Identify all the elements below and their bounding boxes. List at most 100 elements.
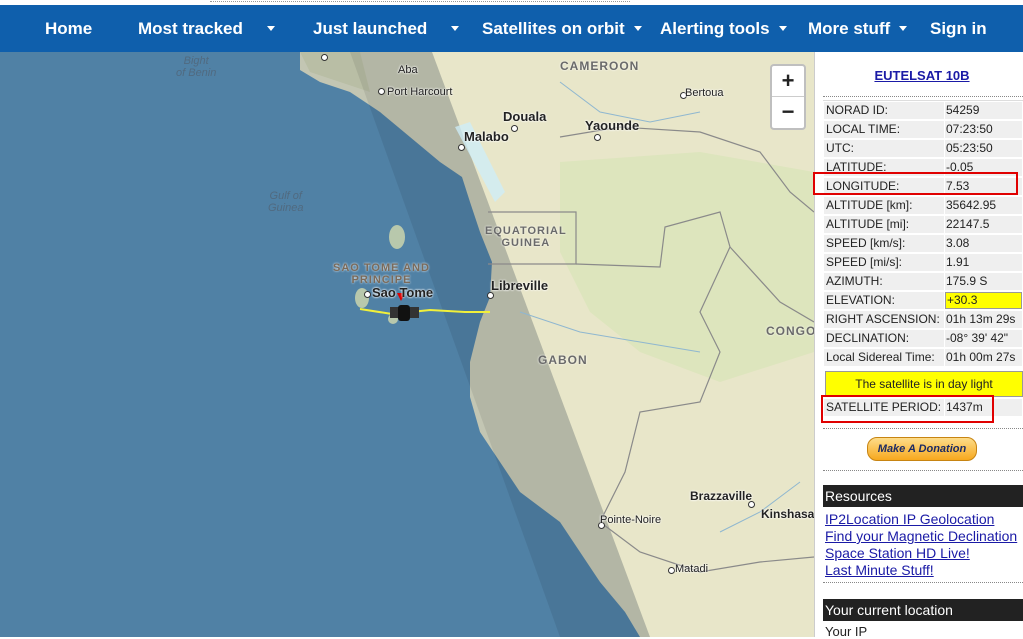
info-row-value: 3.08 — [945, 235, 1022, 252]
info-row-value: 175.9 S — [945, 273, 1022, 290]
city-marker — [487, 292, 494, 299]
nav-more-stuff[interactable]: More stuff — [808, 5, 908, 52]
divider — [823, 582, 1023, 583]
info-row-label: NORAD ID: — [824, 102, 944, 119]
nav-alerting-label: Alerting tools — [660, 18, 770, 38]
info-row: DECLINATION: -08° 39' 42" — [823, 329, 1023, 347]
map-label-matadi: Matadi — [675, 563, 709, 575]
nav-satellites-on-orbit[interactable]: Satellites on orbit — [482, 5, 642, 52]
resource-link-last-minute-stuff[interactable]: Last Minute Stuff! — [825, 562, 934, 578]
resource-link-magnetic-declination[interactable]: Find your Magnetic Declination — [825, 528, 1017, 544]
resource-link-ip2location[interactable]: IP2Location IP Geolocation — [825, 511, 994, 527]
map-label-equatorial-guinea: EQUATORIAL GUINEA — [485, 225, 567, 249]
info-row-label: UTC: — [824, 140, 944, 157]
city-marker — [594, 134, 601, 141]
info-row-value: +30.3 — [945, 292, 1022, 309]
info-row-value: 54259 — [945, 102, 1022, 119]
map-label-gabon: GABON — [538, 353, 588, 367]
nav-sign-in[interactable]: Sign in — [930, 5, 987, 52]
info-row-label: RIGHT ASCENSION: — [824, 311, 944, 328]
map-label-libreville: Libreville — [491, 278, 549, 293]
info-row-value: 35642.95 — [945, 197, 1022, 214]
nav-just-launched[interactable]: Just launched — [313, 5, 460, 52]
nav-just-launched-label: Just launched — [313, 18, 428, 38]
daylight-status: The satellite is in day light — [825, 371, 1023, 397]
chevron-down-icon — [633, 26, 642, 31]
nav-sign-in-label: Sign in — [930, 18, 987, 38]
donate-button[interactable]: Make A Donation — [867, 437, 977, 461]
city-marker — [458, 144, 465, 151]
info-row-value: -08° 39' 42" — [945, 330, 1022, 347]
zoom-out-button[interactable]: − — [772, 96, 804, 127]
nav-more-label: More stuff — [808, 18, 891, 38]
info-row: AZIMUTH: 175.9 S — [823, 272, 1023, 290]
resource-link-space-station-live[interactable]: Space Station HD Live! — [825, 545, 970, 561]
info-row: SPEED [km/s]: 3.08 — [823, 234, 1023, 252]
map-label-bertoua: Bertoua — [685, 87, 724, 99]
info-row-label: ALTITUDE [km]: — [824, 197, 944, 214]
nav-most-tracked[interactable]: Most tracked — [138, 5, 275, 52]
nav-satellites-label: Satellites on orbit — [482, 18, 625, 38]
info-row: ELEVATION: +30.3 — [823, 291, 1023, 309]
chevron-down-icon — [266, 26, 275, 31]
map-label-bight: Bight of Benin — [176, 55, 217, 79]
map-label-sao-tome: Sao Tome — [372, 285, 434, 300]
chevron-down-icon — [451, 26, 460, 31]
highlight-box-longitude — [813, 172, 1018, 195]
divider — [823, 96, 1023, 97]
info-row-label: LOCAL TIME: — [824, 121, 944, 138]
info-row-label: ELEVATION: — [824, 292, 944, 309]
info-row-value: 1.91 — [945, 254, 1022, 271]
location-heading: Your current location — [823, 599, 1023, 621]
satellite-map[interactable]: Bight of Benin Aba Port Harcourt CAMEROO… — [0, 52, 814, 637]
info-row: UTC: 05:23:50 — [823, 139, 1023, 157]
info-row-label: AZIMUTH: — [824, 273, 944, 290]
map-label-pointe-noire: Pointe-Noire — [600, 514, 662, 526]
main-navbar: Home Most tracked Just launched Satellit… — [0, 5, 1023, 52]
city-marker — [511, 125, 518, 132]
map-label-sao-tome-and-principe: SAO TOME AND PRINCIPE — [333, 262, 430, 286]
map-label-cameroon: CAMEROON — [560, 59, 640, 73]
satellite-info-table: NORAD ID: 54259 LOCAL TIME: 07:23:50 UTC: 05:… — [823, 100, 1023, 366]
city-marker — [364, 291, 371, 298]
map-label-malabo: Malabo — [464, 129, 509, 144]
info-row-label: Local Sidereal Time: — [824, 349, 944, 366]
map-label-yaounde: Yaounde — [585, 118, 640, 133]
city-marker — [321, 54, 328, 61]
nav-most-tracked-label: Most tracked — [138, 18, 243, 38]
highlight-box-period — [821, 395, 994, 423]
info-row: ALTITUDE [km]: 35642.95 — [823, 196, 1023, 214]
info-row-label: ALTITUDE [mi]: — [824, 216, 944, 233]
info-row-value: 22147.5 — [945, 216, 1022, 233]
satellite-name-link[interactable]: EUTELSAT 10B — [815, 68, 1023, 83]
city-marker — [748, 501, 755, 508]
map-label-douala: Douala — [503, 109, 547, 124]
city-marker — [668, 567, 675, 574]
info-row-label: SPEED [km/s]: — [824, 235, 944, 252]
nav-alerting-tools[interactable]: Alerting tools — [660, 5, 787, 52]
info-row-value: 01h 00m 27s — [945, 349, 1022, 366]
chevron-down-icon — [899, 26, 908, 31]
map-label-kinshasa: Kinshasa — [761, 507, 814, 521]
zoom-in-button[interactable]: + — [772, 66, 804, 96]
info-row: Local Sidereal Time: 01h 00m 27s — [823, 348, 1023, 366]
map-graphic — [0, 52, 814, 637]
map-label-port-harcourt: Port Harcourt — [387, 86, 453, 98]
info-row: ALTITUDE [mi]: 22147.5 — [823, 215, 1023, 233]
info-row: SPEED [mi/s]: 1.91 — [823, 253, 1023, 271]
map-label-gulf-of-guinea: Gulf of Guinea — [268, 190, 304, 214]
info-row: RIGHT ASCENSION: 01h 13m 29s — [823, 310, 1023, 328]
satellite-info-panel: EUTELSAT 10B NORAD ID: 54259 LOCAL TIME: 07… — [813, 52, 1023, 639]
zoom-control: + − — [770, 64, 806, 130]
info-row-value: 01h 13m 29s — [945, 311, 1022, 328]
nav-home[interactable]: Home — [45, 5, 92, 52]
resources-heading: Resources — [823, 485, 1023, 507]
divider — [823, 470, 1023, 471]
chevron-down-icon — [778, 26, 787, 31]
info-row: NORAD ID: 54259 — [823, 101, 1023, 119]
divider — [823, 428, 1023, 429]
info-row-value: 05:23:50 — [945, 140, 1022, 157]
map-label-brazzaville: Brazzaville — [690, 489, 753, 503]
info-row: LOCAL TIME: 07:23:50 — [823, 120, 1023, 138]
map-label-aba: Aba — [398, 64, 418, 76]
